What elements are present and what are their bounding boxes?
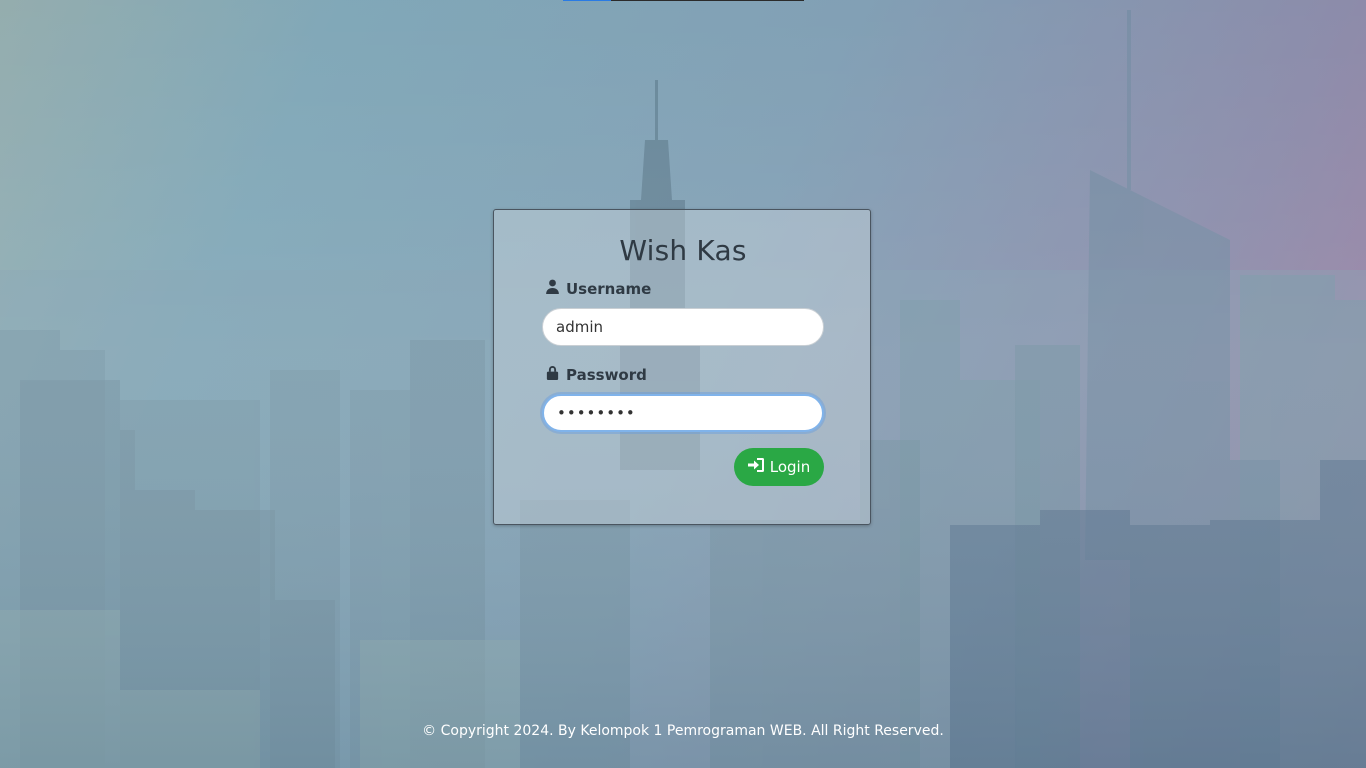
login-card: Wish Kas Username Password Login — [493, 209, 871, 525]
sign-in-icon — [747, 457, 764, 477]
login-button[interactable]: Login — [734, 448, 824, 486]
footer-copyright: © Copyright 2024. By Kelompok 1 Pemrogra… — [422, 723, 944, 739]
password-input[interactable] — [542, 394, 824, 432]
lock-icon — [545, 365, 560, 384]
username-input[interactable] — [542, 308, 824, 346]
login-button-label: Login — [769, 458, 811, 476]
username-label-row: Username — [545, 279, 651, 298]
username-label: Username — [566, 279, 652, 298]
password-label: Password — [566, 365, 647, 384]
app-title: Wish Kas — [619, 234, 747, 267]
page-loading-bar — [563, 0, 804, 1]
page-loading-bar-fill — [563, 0, 612, 1]
user-icon — [545, 279, 560, 298]
password-label-row: Password — [545, 365, 647, 384]
